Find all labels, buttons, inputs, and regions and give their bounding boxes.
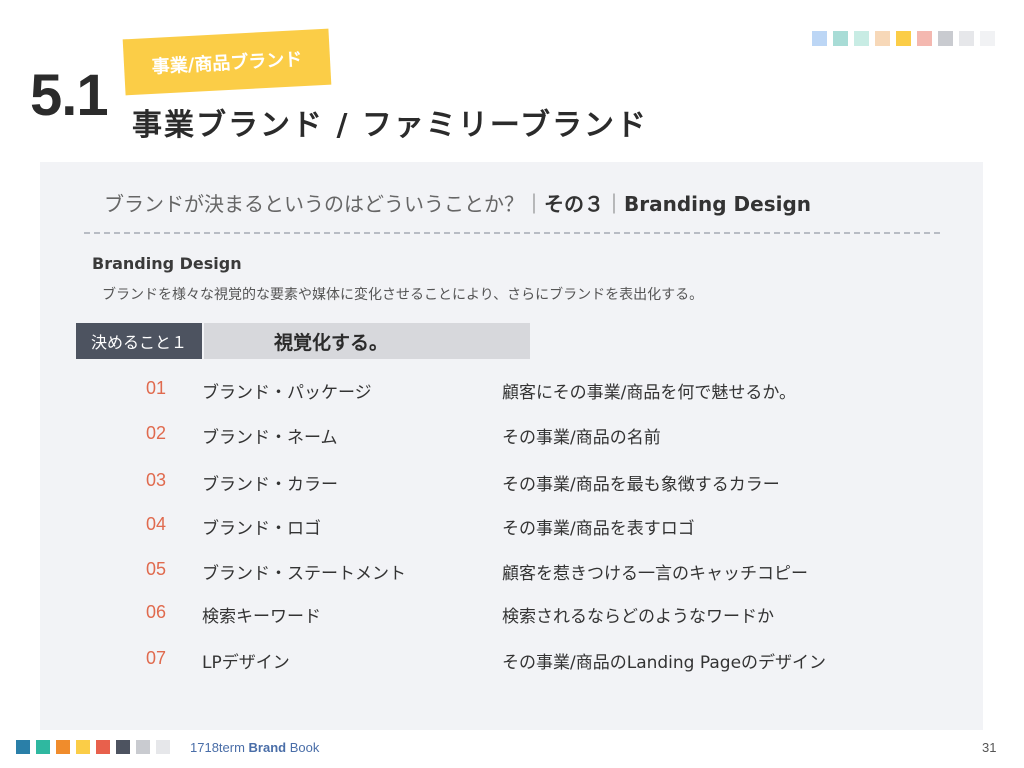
list-item: 04 ブランド・ロゴ その事業/商品を表すロゴ — [40, 512, 983, 540]
decide-text-value: 視覚化する。 — [274, 331, 389, 354]
color-swatch — [938, 31, 953, 46]
color-swatch — [833, 31, 848, 46]
list-item-num: 05 — [146, 559, 167, 579]
list-item-num: 07 — [146, 648, 167, 668]
list-item: 03 ブランド・カラー その事業/商品を最も象徴するカラー — [40, 468, 983, 496]
list-item-num: 02 — [146, 423, 167, 443]
section-number: 5.1 — [30, 63, 109, 128]
list-item-desc: 検索されるならどのようなワードか — [502, 607, 774, 627]
color-swatch — [76, 740, 90, 754]
list-item: 02 ブランド・ネーム その事業/商品の名前 — [40, 421, 983, 449]
panel-heading: ブランドが決まるというのはどういうことか？｜その３｜Branding Desig… — [104, 188, 811, 217]
page-title: 事業ブランド / ファミリーブランド — [132, 108, 649, 143]
book-prefix: 1718term — [190, 740, 245, 755]
list-item-num: 04 — [146, 514, 167, 534]
category-tag: 事業/商品ブランド — [122, 28, 332, 96]
list-item-desc: その事業/商品を最も象徴するカラー — [502, 475, 780, 495]
section-subtitle: Branding Design — [92, 254, 242, 273]
list-item-item: ブランド・ステートメント — [202, 564, 406, 584]
list-item-item: LPデザイン — [202, 653, 290, 673]
list-item-desc: その事業/商品のLanding Pageのデザイン — [502, 653, 827, 673]
color-swatches-bottom — [16, 740, 170, 754]
list-item: 01 ブランド・パッケージ 顧客にその事業/商品を何で魅せるか。 — [40, 376, 983, 404]
color-swatch — [156, 740, 170, 754]
heading-en: Branding Design — [624, 192, 812, 216]
color-swatch — [16, 740, 30, 754]
color-swatch — [896, 31, 911, 46]
color-swatch — [854, 31, 869, 46]
category-tag-label: 事業/商品ブランド — [151, 49, 303, 78]
color-swatch — [116, 740, 130, 754]
decide-text: 視覚化する。 — [204, 323, 530, 359]
color-swatch — [980, 31, 995, 46]
heading-separator: ｜ — [604, 192, 624, 216]
color-swatch — [96, 740, 110, 754]
list-item-item: ブランド・カラー — [202, 475, 338, 495]
list-item-item: ブランド・ロゴ — [202, 519, 321, 539]
color-swatch — [917, 31, 932, 46]
decide-label-text: 決めること１ — [90, 333, 187, 352]
list-item-item: 検索キーワード — [202, 607, 321, 627]
content-panel: ブランドが決まるというのはどういうことか？｜その３｜Branding Desig… — [40, 162, 983, 730]
decide-label: 決めること１ — [76, 323, 202, 359]
color-swatches-top — [812, 31, 995, 46]
book-title: 1718term Brand Book — [190, 740, 319, 755]
book-suffix: Book — [289, 740, 320, 755]
list-item-desc: 顧客を惹きつける一言のキャッチコピー — [502, 564, 808, 584]
color-swatch — [812, 31, 827, 46]
list-item: 05 ブランド・ステートメント 顧客を惹きつける一言のキャッチコピー — [40, 557, 983, 585]
book-bold: Brand — [248, 740, 287, 755]
list-item-num: 03 — [146, 470, 167, 490]
color-swatch — [875, 31, 890, 46]
heading-main: ブランドが決まるというのはどういうことか？｜ — [104, 192, 544, 216]
color-swatch — [56, 740, 70, 754]
list-item-desc: その事業/商品の名前 — [502, 428, 661, 448]
list-item-desc: 顧客にその事業/商品を何で魅せるか。 — [502, 383, 797, 403]
heading-part: その３ — [544, 192, 604, 216]
list-item-num: 06 — [146, 602, 167, 622]
list-item-item: ブランド・ネーム — [202, 428, 338, 448]
section-description: ブランドを様々な視覚的な要素や媒体に変化させることにより、さらにブランドを表出化… — [102, 287, 704, 303]
color-swatch — [136, 740, 150, 754]
color-swatch — [959, 31, 974, 46]
list-item: 06 検索キーワード 検索されるならどのようなワードか — [40, 600, 983, 628]
list-item-desc: その事業/商品を表すロゴ — [502, 519, 695, 539]
page-number: 31 — [982, 740, 997, 755]
color-swatch — [36, 740, 50, 754]
list-item-num: 01 — [146, 378, 167, 398]
dashed-divider — [84, 232, 940, 234]
list-item-item: ブランド・パッケージ — [202, 383, 372, 403]
list-item: 07 LPデザイン その事業/商品のLanding Pageのデザイン — [40, 646, 983, 674]
